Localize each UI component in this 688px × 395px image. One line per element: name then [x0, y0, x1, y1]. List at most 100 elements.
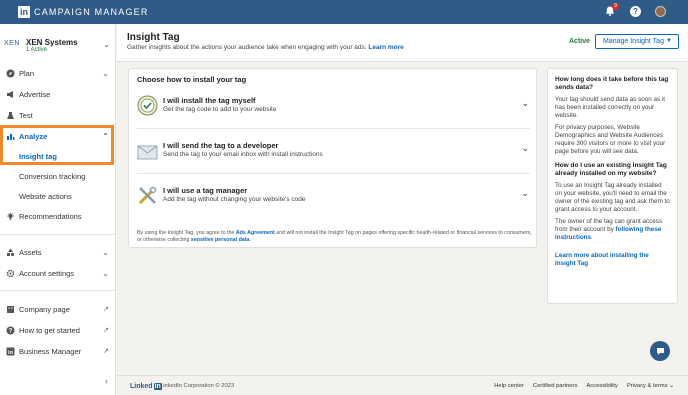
chevron-down-icon: ⌄: [102, 247, 109, 257]
option-use-tag-manager[interactable]: I will use a tag manager Add the tag wit…: [129, 179, 538, 223]
option-title: I will send the tag to a developer: [163, 141, 279, 150]
install-card-title: Choose how to install your tag: [137, 75, 247, 84]
legal-notice: By using the Insight Tag, you agree to t…: [137, 230, 532, 244]
sidebar-item-assets[interactable]: Assets ⌄: [0, 244, 116, 260]
option-title: I will install the tag myself: [163, 96, 256, 105]
envelope-icon: [137, 142, 158, 163]
caret-down-icon: ▼: [666, 38, 672, 44]
option-description: Get the tag code to add to your website: [163, 106, 277, 113]
sidebar-item-company-page[interactable]: Company page ↗: [0, 301, 116, 317]
install-options-card: Choose how to install your tag I will in…: [128, 68, 537, 248]
help-icon[interactable]: ?: [630, 5, 641, 17]
collapse-sidebar-icon[interactable]: ‹: [105, 376, 108, 386]
svg-text:in: in: [8, 349, 14, 355]
learn-more-link[interactable]: Learn more: [368, 44, 403, 51]
compass-icon: [6, 69, 15, 78]
gear-icon: [6, 269, 15, 278]
footer-logo-text: Linked: [130, 383, 153, 390]
learn-more-installing-link[interactable]: Learn more about installing the Insight …: [555, 252, 670, 268]
megaphone-icon: [6, 90, 15, 99]
footer-links: Help center Certified partners Accessibi…: [494, 383, 674, 389]
page-header: Insight Tag Gather insights about the ac…: [117, 24, 688, 62]
option-description: Add the tag without changing your websit…: [163, 196, 306, 203]
sidebar-item-label: Account settings: [19, 268, 75, 278]
sidebar-item-label: Assets: [19, 247, 42, 257]
sidebar-divider: [0, 290, 116, 291]
sidebar-divider: [0, 234, 116, 235]
sidebar-item-advertise[interactable]: Advertise: [0, 86, 116, 102]
user-avatar[interactable]: [655, 5, 666, 17]
account-switcher[interactable]: XEN XEN Systems 1 Active ⌄: [4, 36, 112, 56]
faq-answer: The owner of the tag can grant access fr…: [555, 218, 670, 242]
linkedin-logo[interactable]: in: [18, 6, 30, 18]
faq-question: How long does it take before this tag se…: [555, 76, 669, 91]
footer-link-accessibility[interactable]: Accessibility: [586, 383, 618, 389]
chevron-down-icon: ⌄: [102, 68, 109, 78]
sidebar-item-conversion-tracking[interactable]: Conversion tracking: [0, 168, 116, 184]
external-link-icon: ↗: [103, 327, 109, 334]
chevron-down-icon[interactable]: ⌄: [521, 143, 529, 154]
external-link-icon: ↗: [103, 306, 109, 313]
chevron-down-icon: ⌄: [103, 40, 110, 49]
footer-link-help-center[interactable]: Help center: [494, 383, 524, 389]
faq-panel: How long does it take before this tag se…: [547, 68, 678, 304]
legal-text: By using the Insight Tag, you agree to t…: [137, 230, 235, 236]
sidebar-item-label: Advertise: [19, 89, 51, 99]
account-name: XEN Systems: [26, 38, 78, 47]
tools-icon: [137, 185, 158, 206]
footer-link-privacy-terms[interactable]: Privacy & terms ⌄: [627, 383, 674, 389]
footer-link-certified-partners[interactable]: Certified partners: [533, 383, 577, 389]
footer-linkedin-logo: Linked in: [130, 383, 162, 390]
sidebar-item-business-manager[interactable]: in Business Manager ↗: [0, 343, 116, 359]
option-send-to-developer[interactable]: I will send the tag to a developer Send …: [129, 134, 538, 178]
footer: Linked in LinkedIn Corporation © 2023 Hel…: [117, 375, 688, 395]
status-badge: Active: [569, 38, 591, 45]
faq-answer: Your tag should send data as soon as it …: [555, 96, 666, 119]
chat-help-button[interactable]: [650, 341, 670, 361]
lightbulb-icon: [6, 212, 15, 221]
sidebar-item-label: Company page: [19, 304, 70, 314]
sidebar-item-plan[interactable]: Plan ⌄: [0, 65, 116, 81]
faq-question: How do I use an existing Insight Tag alr…: [555, 162, 667, 177]
ads-agreement-link[interactable]: Ads Agreement: [236, 230, 275, 236]
page-description-text: Gather insights about the actions your a…: [127, 44, 367, 51]
page-description: Gather insights about the actions your a…: [127, 44, 404, 51]
sensitive-data-link[interactable]: sensitive personal data: [191, 237, 250, 243]
chevron-down-icon[interactable]: ⌄: [521, 98, 529, 109]
sidebar-item-recommendations[interactable]: Recommendations: [0, 208, 116, 224]
question-circle-icon: ?: [6, 326, 15, 335]
top-bar: in CAMPAIGN MANAGER 9 ?: [0, 0, 688, 24]
faq-answer: To use an Insight Tag already installed …: [555, 182, 670, 213]
sidebar-item-label: Website actions: [19, 191, 72, 201]
sidebar-item-website-actions[interactable]: Website actions: [0, 188, 116, 204]
sidebar-item-label: Recommendations: [19, 211, 82, 221]
notification-count-badge: 9: [612, 3, 619, 10]
sidebar-item-label: Plan: [19, 68, 35, 78]
sidebar-item-label: Test: [19, 110, 33, 120]
sidebar-item-label: How to get started: [19, 325, 80, 335]
checkmark-badge-icon: [137, 95, 158, 116]
chevron-down-icon: ⌄: [102, 268, 109, 278]
sidebar-item-account-settings[interactable]: Account settings ⌄: [0, 265, 116, 281]
legal-text: .: [249, 237, 251, 243]
option-description: Send the tag to your email inbox with in…: [163, 151, 323, 158]
option-divider: [137, 128, 530, 129]
sidebar-item-how-to-get-started[interactable]: ? How to get started ↗: [0, 322, 116, 338]
chevron-down-icon[interactable]: ⌄: [521, 188, 529, 199]
option-divider: [137, 173, 530, 174]
copyright: LinkedIn Corporation © 2023: [160, 383, 235, 389]
notifications-bell-icon[interactable]: 9: [604, 3, 619, 17]
option-install-myself[interactable]: I will install the tag myself Get the ta…: [129, 89, 538, 133]
sidebar-item-label: Business Manager: [19, 346, 82, 356]
shapes-icon: [6, 248, 15, 257]
sidebar-item-label: Conversion tracking: [19, 171, 86, 181]
flask-icon: [6, 111, 15, 120]
manage-insight-tag-label: Manage Insight Tag: [603, 38, 664, 45]
manage-insight-tag-button[interactable]: Manage Insight Tag ▼: [595, 34, 679, 49]
app-title: CAMPAIGN MANAGER: [34, 7, 149, 17]
sidebar-item-test[interactable]: Test: [0, 107, 116, 123]
linkedin-square-icon: in: [6, 347, 15, 356]
selection-highlight: [0, 125, 114, 165]
sidebar: XEN XEN Systems 1 Active ⌄ Plan ⌄ Advert…: [0, 24, 116, 395]
